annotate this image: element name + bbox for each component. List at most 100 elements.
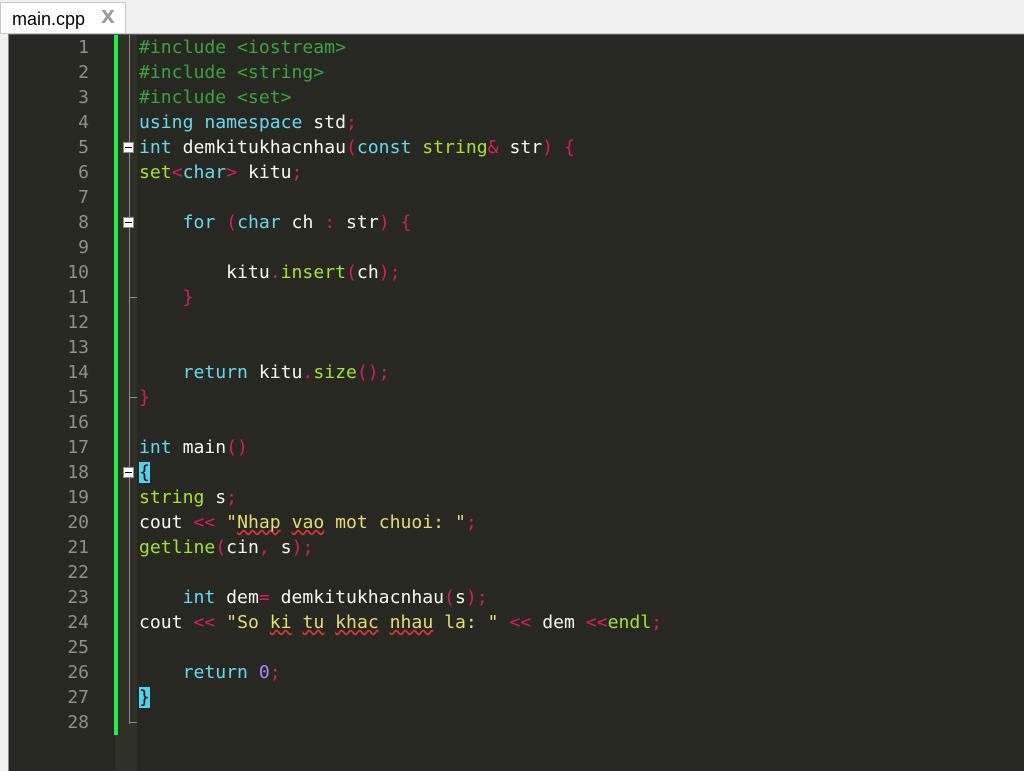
fold-end-marker <box>129 297 137 298</box>
code-token: ki <box>269 612 292 633</box>
code-token: int <box>182 587 216 608</box>
line-number: 23 <box>67 587 89 608</box>
code-token: cin <box>226 537 259 558</box>
code-token: , <box>258 537 270 558</box>
code-token: la: " <box>433 612 499 633</box>
code-token: < <box>171 162 183 183</box>
code-line[interactable]: } <box>139 385 150 410</box>
code-line[interactable]: return 0; <box>139 660 281 685</box>
code-line[interactable]: } <box>139 685 150 710</box>
code-token: { <box>139 462 150 483</box>
line-number: 17 <box>67 437 89 458</box>
code-token: ; <box>302 537 314 558</box>
code-line[interactable]: getline(cin, s); <box>139 535 313 560</box>
fold-toggle-icon[interactable] <box>123 142 134 153</box>
code-token: << <box>193 512 216 533</box>
line-number: 14 <box>67 362 89 383</box>
code-token: ( <box>226 212 238 233</box>
code-token: { <box>400 212 412 233</box>
code-token: char <box>237 212 281 233</box>
code-line[interactable]: int demkitukhacnhau(const string& str) { <box>139 135 575 160</box>
code-token: kitu <box>139 262 270 283</box>
code-token: cout <box>139 512 194 533</box>
code-line[interactable]: cout << "So ki tu khac nhau la: " << dem… <box>139 610 662 635</box>
line-number: 25 <box>67 637 89 658</box>
code-token: size <box>313 362 357 383</box>
code-token: mot chuoi: " <box>324 512 466 533</box>
code-token: s <box>269 537 292 558</box>
code-token: s <box>454 587 466 608</box>
code-token: nhau <box>389 612 434 633</box>
code-line[interactable]: cout << "Nhap vao mot chuoi: "; <box>139 510 477 535</box>
code-token: endl <box>607 612 652 633</box>
code-token: #include <set> <box>139 87 292 108</box>
code-token: = <box>258 587 270 608</box>
code-token: using namespace <box>139 112 303 133</box>
code-line[interactable]: using namespace std; <box>139 110 357 135</box>
code-token: () <box>226 437 248 458</box>
code-token: 0 <box>258 662 270 683</box>
code-line[interactable]: #include <set> <box>139 85 292 110</box>
line-number: 9 <box>78 237 89 258</box>
code-token: ; <box>476 587 488 608</box>
code-token: string <box>139 487 205 508</box>
line-number: 11 <box>67 287 89 308</box>
code-token: cout <box>139 612 194 633</box>
code-token: ( <box>215 537 227 558</box>
code-token: : <box>324 212 336 233</box>
code-token: insert <box>280 262 347 283</box>
line-number: 12 <box>67 312 89 333</box>
code-token: char <box>182 162 227 183</box>
fold-guide-line <box>129 35 130 724</box>
line-number: 15 <box>67 387 89 408</box>
code-token: std <box>302 112 346 133</box>
code-line[interactable]: int dem= demkitukhacnhau(s); <box>139 585 488 610</box>
code-line[interactable]: int main() <box>139 435 248 460</box>
code-token: vao <box>291 512 325 533</box>
line-number: 2 <box>78 62 89 83</box>
code-token: ( <box>345 137 357 158</box>
fold-toggle-icon[interactable] <box>123 217 134 228</box>
code-token: ) <box>542 137 554 158</box>
line-number: 1 <box>78 37 89 58</box>
code-token: return <box>182 662 248 683</box>
code-line[interactable]: return kitu.size(); <box>139 360 390 385</box>
fold-end-marker <box>129 397 137 398</box>
code-line[interactable]: #include <iostream> <box>139 35 346 60</box>
code-line[interactable]: #include <string> <box>139 60 324 85</box>
code-token: string <box>422 137 488 158</box>
code-editor[interactable]: #include <iostream> #include <string> #inc… <box>8 34 1024 771</box>
code-token: . <box>302 362 314 383</box>
code-token: dem <box>215 587 259 608</box>
code-token: ; <box>378 362 390 383</box>
code-line[interactable]: { <box>139 460 150 485</box>
code-token: ) <box>291 537 303 558</box>
code-line[interactable]: set<char> kitu; <box>139 160 302 185</box>
close-icon[interactable]: X <box>101 7 115 28</box>
code-line[interactable]: string s; <box>139 485 237 510</box>
code-line[interactable]: kitu.insert(ch); <box>139 260 400 285</box>
code-token: ( <box>346 262 357 283</box>
code-token: " <box>226 512 238 533</box>
code-token: getline <box>139 537 216 558</box>
code-token: return <box>182 362 248 383</box>
code-token: { <box>563 137 575 158</box>
line-number: 21 <box>67 537 89 558</box>
code-line[interactable]: for (char ch : str) { <box>139 210 412 235</box>
line-number: 27 <box>67 687 89 708</box>
code-token: set <box>139 162 172 183</box>
code-token: "So <box>226 612 270 633</box>
tab-main-cpp[interactable]: main.cpp X <box>0 2 126 34</box>
fold-toggle-icon[interactable] <box>123 467 134 478</box>
code-token: khac <box>335 612 379 633</box>
code-line[interactable]: } <box>139 285 194 310</box>
